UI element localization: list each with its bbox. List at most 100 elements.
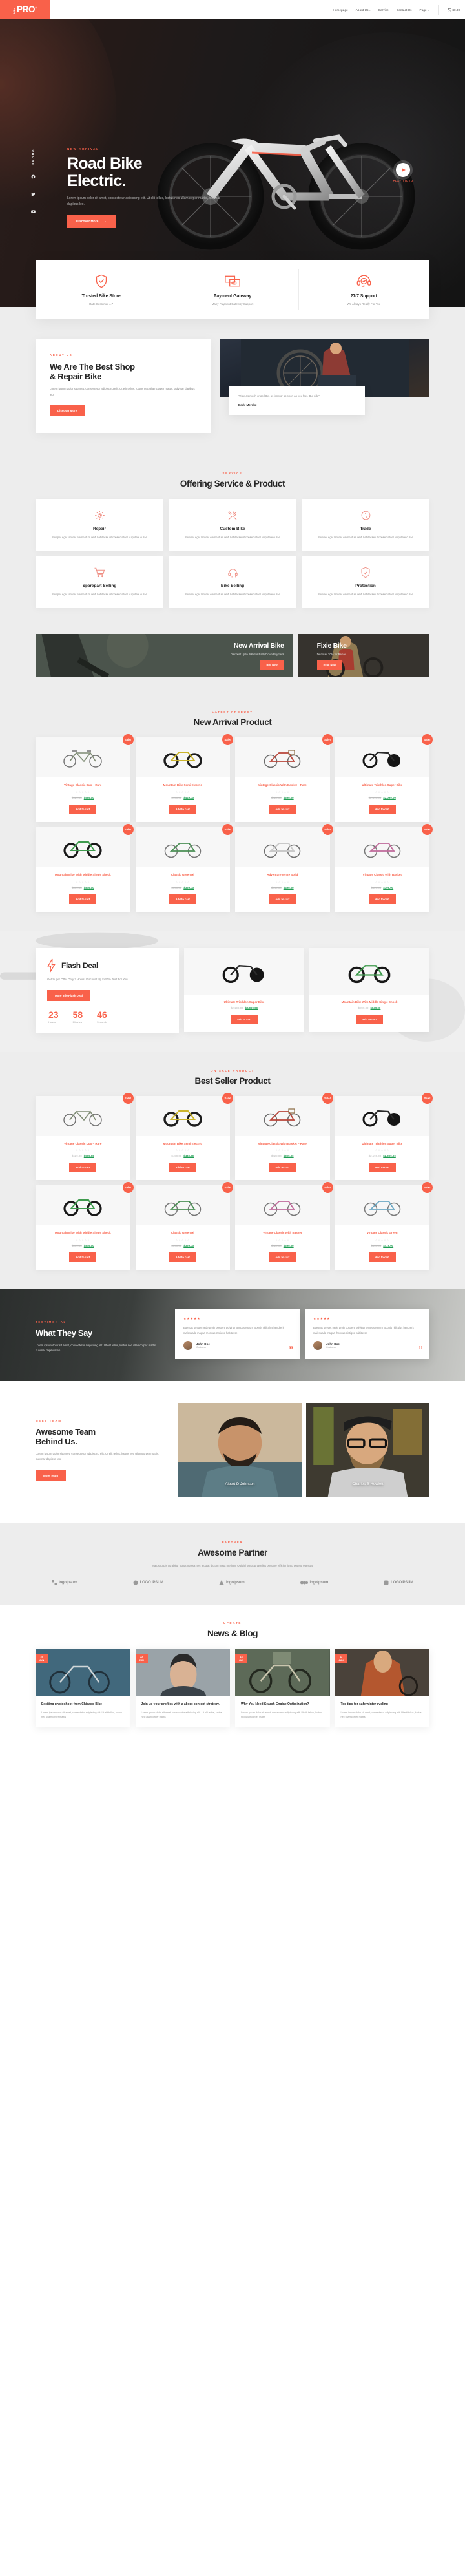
promo-banner-fixie-bike[interactable]: Fixie Bike Discount 20% for Repair Read … (297, 634, 429, 677)
partner-mark-icon (300, 1581, 308, 1585)
partner-logo[interactable]: logoipsum (52, 1580, 78, 1586)
product-card[interactable]: Sale! Vintage Classic With Basket ☆☆☆☆☆ … (335, 823, 433, 912)
credit-card-icon (173, 273, 291, 290)
add-to-cart-button[interactable]: Add to cart (368, 1163, 396, 1173)
add-to-cart-button[interactable]: Add to cart (269, 894, 296, 904)
service-card-protection[interactable]: Protection Semper eget laoreet elementum… (302, 556, 429, 608)
product-name: Vintage Classic With Basket – Rare (258, 1141, 307, 1145)
service-card-repair[interactable]: Repair Semper eget laoreet elementum nib… (36, 498, 163, 551)
play-icon (402, 168, 406, 172)
service-card-sparepart-selling[interactable]: Sparepart Selling Semper eget laoreet el… (36, 556, 163, 608)
nav-item-about-us[interactable]: About Us ▾ (356, 8, 371, 12)
twitter-icon[interactable] (31, 188, 36, 200)
add-to-cart-button[interactable]: Add to cart (355, 1015, 384, 1025)
promo-banner-new-arrival[interactable]: New Arrival Bike Discount up to 20% for … (36, 634, 293, 677)
price-old: $899.00 (71, 885, 82, 889)
flash-product-card[interactable]: Ultimate Triathlon Super Bike $2,199.00 $… (184, 947, 304, 1033)
product-card[interactable]: Sale! Vintage Classic Duo – Rare ☆☆☆☆☆ $… (36, 1092, 134, 1181)
add-to-cart-button[interactable]: Add to cart (368, 804, 396, 814)
partner-logo[interactable]: logoipsum (218, 1580, 245, 1586)
product-card[interactable]: Sale! Ultimate Triathlon Super Bike ☆☆☆☆… (335, 1092, 433, 1181)
add-to-cart-button[interactable]: Add to cart (169, 1252, 196, 1263)
service-card-custom-bike[interactable]: Custom Bike Semper eget laoreet elementu… (169, 498, 296, 551)
promo-buy-now-button[interactable]: Buy Now (260, 660, 284, 670)
youtube-icon[interactable] (31, 206, 36, 217)
product-card[interactable]: Sale! Adventure White Solid ☆☆☆☆☆ $549.0… (235, 823, 333, 912)
flash-more-info-button[interactable]: More Info Flash Deal (47, 989, 90, 1001)
price-old: $429.00 (271, 796, 282, 799)
rating-stars: ☆☆☆☆☆ (75, 790, 90, 794)
partner-logo[interactable]: logoipsum (300, 1580, 328, 1585)
pink-classic-bike-icon (364, 842, 400, 858)
partner-eyebrow: PARTNER (222, 1541, 243, 1545)
product-card[interactable]: Sale! Mountain Bike Semi Electric ☆☆☆☆☆ … (135, 734, 233, 822)
add-to-cart-button[interactable]: Add to cart (169, 804, 196, 814)
add-to-cart-button[interactable]: Add to cart (69, 1163, 97, 1173)
product-card[interactable]: Sale! Classic Green Hi ☆☆☆☆☆ $399.00 $359… (135, 1182, 233, 1271)
more-team-button[interactable]: More Team (36, 1470, 66, 1481)
blog-card[interactable]: 24 JUN Exciting photoshoot from Chicago B… (36, 1649, 130, 1728)
rating-stars: ☆☆☆☆☆ (375, 880, 390, 883)
product-card[interactable]: Sale! Classic Green Hi ☆☆☆☆☆ $399.00 $359… (135, 823, 233, 912)
add-to-cart-button[interactable]: Add to cart (69, 804, 97, 814)
partner-logo[interactable]: LOGO IPSUM (133, 1580, 163, 1585)
add-to-cart-button[interactable]: Add to cart (368, 894, 396, 904)
add-to-cart-button[interactable]: Add to cart (69, 894, 97, 904)
nav-item-service[interactable]: Service (378, 8, 389, 12)
product-card[interactable]: Sale! Mountain Bike With Middle Single S… (36, 1182, 134, 1271)
new-arrival-title: New Arrival Product (193, 717, 272, 727)
product-card[interactable]: Sale! Vintage Classic Duo – Rare ☆☆☆☆☆ $… (36, 734, 134, 822)
team-member-card[interactable]: Albert D Johnson (178, 1403, 302, 1497)
product-card[interactable]: Sale! Mountain Bike Semi Electric ☆☆☆☆☆ … (135, 1092, 233, 1181)
product-card[interactable]: Sale! Vintage Classic With Basket ☆☆☆☆☆ … (235, 1182, 333, 1271)
price-old: $899.00 (71, 1244, 82, 1248)
facebook-icon[interactable] (31, 171, 36, 182)
product-card[interactable]: Sale! Ultimate Triathlon Super Bike ☆☆☆☆… (335, 734, 433, 822)
service-card-bike-selling[interactable]: Bike Selling Semper eget laoreet element… (169, 556, 296, 608)
flash-product-card[interactable]: Mountain Bike With Middle Single Shock $… (309, 947, 429, 1033)
flash-title: Flash Deal (61, 960, 99, 970)
nav-item-homepage[interactable]: Homepage (333, 8, 347, 12)
add-to-cart-button[interactable]: Add to cart (269, 804, 296, 814)
add-to-cart-button[interactable]: Add to cart (269, 1252, 296, 1263)
nav-item-page[interactable]: Page ▾ (420, 8, 429, 12)
cart-button[interactable]: $0.00 (448, 8, 460, 12)
product-card[interactable]: Sale! Mountain Bike With Middle Single S… (36, 823, 134, 912)
service-card-trade[interactable]: Trade Semper eget laoreet elementum nibh… (302, 498, 429, 551)
promo-subtitle: Discount 20% for Repair (316, 652, 346, 656)
partner-mark-icon (52, 1580, 57, 1586)
hero-discover-more-button[interactable]: Discover More → (67, 215, 116, 228)
hero-play-video[interactable]: PLAY VIDEO (393, 163, 413, 182)
add-to-cart-button[interactable]: Add to cart (169, 1163, 196, 1173)
play-button-circle[interactable] (396, 163, 411, 177)
services-eyebrow: SERVICE (222, 471, 243, 475)
product-card[interactable]: Sale! Vintage Classic With Basket – Rare… (235, 1092, 333, 1181)
add-to-cart-button[interactable]: Add to cart (269, 1163, 296, 1173)
product-price: $399.00 $359.00 (136, 1244, 231, 1247)
product-price: $629.00 $599.00 (36, 1154, 130, 1157)
price-new: $399.00 (283, 1244, 294, 1248)
add-to-cart-button[interactable]: Add to cart (230, 1015, 258, 1025)
price-new: $599.00 (83, 1154, 94, 1158)
product-card[interactable]: Sale! Vintage Classic Green ☆☆☆☆☆ $459.0… (335, 1182, 433, 1271)
add-to-cart-button[interactable]: Add to cart (69, 1252, 97, 1263)
sale-badge: Sale! (322, 1092, 333, 1104)
sale-badge: Sale! (322, 734, 333, 745)
logo[interactable]: bike PRO® (0, 0, 50, 19)
price-new: $849.00 (370, 1006, 381, 1010)
feature-desc: We Always Ready For You (347, 302, 381, 306)
about-discover-more-button[interactable]: Discover More (50, 405, 85, 416)
nav-item-contact-us[interactable]: Contact Us (397, 8, 412, 12)
blog-card[interactable]: 22 JUN Join up your profiles with a about… (135, 1649, 230, 1728)
blog-card[interactable]: 18 JUN Why You Need Search Engine Optimiz… (235, 1649, 330, 1728)
rating-stars: ☆☆☆☆☆ (375, 1238, 390, 1242)
add-to-cart-button[interactable]: Add to cart (169, 894, 196, 904)
team-member-card[interactable]: Charles B Howlett (306, 1403, 429, 1497)
promo-read-now-button[interactable]: Read Now (316, 660, 342, 670)
rating-stars: ★★★★★ (183, 1317, 201, 1322)
add-to-cart-button[interactable]: Add to cart (368, 1252, 396, 1263)
sale-badge: Sale! (122, 823, 134, 835)
blog-card[interactable]: 12 JUN Top tips for safe winter cycling L… (335, 1649, 429, 1728)
partner-logo[interactable]: LOGOIPSUM (384, 1580, 413, 1585)
product-card[interactable]: Sale! Vintage Classic With Basket – Rare… (235, 734, 333, 822)
